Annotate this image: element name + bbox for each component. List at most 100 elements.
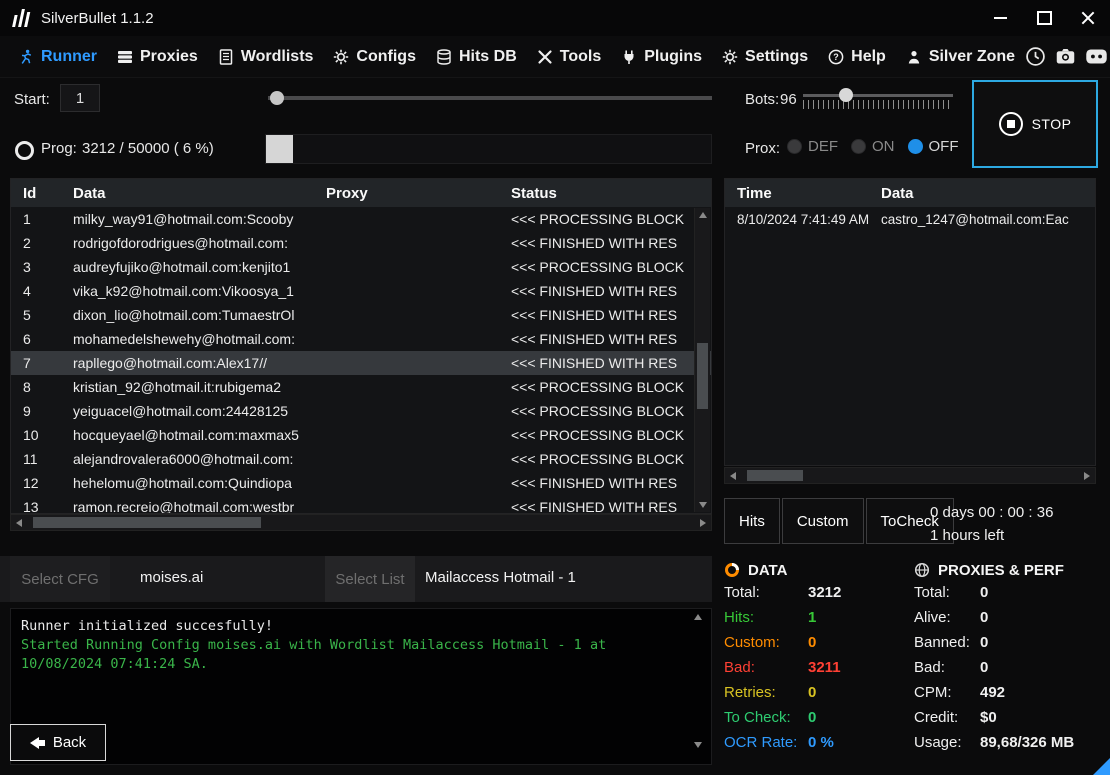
nav-wordlists[interactable]: Wordlists (208, 36, 324, 77)
stat-value: 0 (808, 709, 816, 726)
radio-label: ON (872, 138, 895, 155)
table-row[interactable]: 11alejandrovalera6000@hotmail.com:<<< PR… (11, 447, 711, 471)
discord-button[interactable] (1085, 45, 1108, 68)
stat-value: 0 (980, 584, 988, 601)
nav-help[interactable]: ? Help (818, 36, 896, 77)
cell-id: 6 (11, 331, 73, 347)
progress-bar (265, 134, 712, 164)
progress-value: 3212 / 50000 ( 6 %) (82, 140, 214, 157)
table-row[interactable]: 8kristian_92@hotmail.it:rubigema2<<< PRO… (11, 375, 711, 399)
cell-data: audreyfujiko@hotmail.com:kenjito1 (73, 259, 326, 275)
table-row-selected[interactable]: 7rapllego@hotmail.com:Alex17//<<< FINISH… (11, 351, 711, 375)
start-slider[interactable] (268, 90, 712, 106)
history-button[interactable] (1025, 46, 1046, 67)
nav-label: Proxies (140, 48, 198, 66)
runner-controls: Start: 1 Bots: 96 STOP Prog: 3212 / 5000… (0, 78, 1110, 178)
proxy-mode-on-radio[interactable]: ON (851, 138, 895, 155)
nav-proxies[interactable]: Proxies (107, 36, 208, 77)
configs-icon (333, 49, 349, 65)
stat-label: Usage: (914, 734, 980, 751)
close-button[interactable] (1066, 0, 1110, 36)
screenshot-button[interactable] (1055, 46, 1076, 67)
bots-table-hscrollbar[interactable] (10, 514, 712, 531)
cell-status: <<< PROCESSING BLOCK (511, 451, 711, 467)
table-row[interactable]: 4vika_k92@hotmail.com:Vikoosya_1<<< FINI… (11, 279, 711, 303)
bots-slider-thumb[interactable] (839, 88, 853, 102)
nav-hits-db[interactable]: Hits DB (426, 36, 527, 77)
nav-plugins[interactable]: Plugins (611, 36, 712, 77)
bots-slider-track[interactable] (803, 94, 953, 97)
log-line: Started Running Config moises.ai with Wo… (21, 636, 685, 674)
minimize-button[interactable] (978, 0, 1022, 36)
hit-row[interactable]: 8/10/2024 7:41:49 AM castro_1247@hotmail… (725, 207, 1095, 227)
proxy-mode-group: DEF ON OFF (787, 138, 959, 155)
scroll-right-button[interactable] (695, 515, 711, 530)
nav-silver-zone[interactable]: Silver Zone (896, 36, 1025, 77)
table-row[interactable]: 9yeiguacel@hotmail.com:24428125<<< PROCE… (11, 399, 711, 423)
cell-data: vika_k92@hotmail.com:Vikoosya_1 (73, 283, 326, 299)
resize-grip[interactable] (1093, 758, 1110, 775)
silverbullet-window: { "window": { "title": "SilverBullet 1.1… (0, 0, 1110, 775)
nav-label: Settings (745, 48, 808, 66)
table-row[interactable]: 12hehelomu@hotmail.com:Quindiopa<<< FINI… (11, 471, 711, 495)
maximize-button[interactable] (1022, 0, 1066, 36)
proxy-mode-def-radio[interactable]: DEF (787, 138, 838, 155)
nav-label: Runner (41, 48, 97, 66)
nav-label: Plugins (644, 48, 702, 66)
start-input[interactable]: 1 (60, 84, 100, 112)
stat-label: Banned: (914, 634, 980, 651)
col-time: Time (725, 185, 881, 202)
table-row[interactable]: 6mohamedelshewehy@hotmail.com:<<< FINISH… (11, 327, 711, 351)
back-button[interactable]: Back (10, 724, 106, 761)
scroll-right-button[interactable] (1079, 468, 1095, 483)
timer-remaining: 1 hours left (930, 524, 1053, 547)
cell-id: 11 (11, 451, 73, 467)
proxy-mode-off-radio[interactable]: OFF (908, 138, 959, 155)
nav-label: Silver Zone (929, 48, 1015, 66)
data-stats-title: DATA (748, 562, 787, 579)
scroll-down-button[interactable] (695, 498, 710, 512)
tab-custom[interactable]: Custom (782, 498, 864, 544)
stat-total: Total:3212 (724, 580, 910, 605)
screenshot-icon (1055, 46, 1076, 67)
stat-label: OCR Rate: (724, 734, 808, 751)
select-list-button[interactable]: Select List (325, 556, 415, 602)
wordlists-icon (218, 49, 234, 65)
log-scroll-up-icon[interactable] (694, 614, 702, 620)
col-data: Data (881, 185, 1095, 202)
nav-configs[interactable]: Configs (323, 36, 426, 77)
nav-label: Tools (560, 48, 601, 66)
stat-proxy-bad: Bad:0 (914, 655, 1106, 680)
table-row[interactable]: 13ramon.recreio@hotmail.com:westbr<<< FI… (11, 495, 711, 514)
runner-log: Runner initialized succesfully! Started … (10, 608, 712, 765)
bots-table-vscrollbar[interactable] (694, 208, 710, 512)
table-row[interactable]: 10hocqueyael@hotmail.com:maxmax5<<< PROC… (11, 423, 711, 447)
cell-id: 3 (11, 259, 73, 275)
select-cfg-button[interactable]: Select CFG (10, 556, 110, 602)
table-row[interactable]: 5dixon_lio@hotmail.com:TumaestrOl<<< FIN… (11, 303, 711, 327)
nav-settings[interactable]: Settings (712, 36, 818, 77)
start-slider-track[interactable] (268, 96, 712, 100)
table-row[interactable]: 3audreyfujiko@hotmail.com:kenjito1<<< PR… (11, 255, 711, 279)
table-row[interactable]: 1milky_way91@hotmail.com:Scooby<<< PROCE… (11, 207, 711, 231)
bots-value: 96 (780, 91, 797, 108)
scroll-left-button[interactable] (11, 515, 27, 530)
stop-button[interactable]: STOP (972, 80, 1098, 168)
stat-usage: Usage:89,68/326 MB (914, 730, 1106, 755)
hits-table-hscrollbar[interactable] (724, 467, 1096, 484)
start-slider-thumb[interactable] (270, 91, 284, 105)
hscroll-thumb[interactable] (33, 517, 261, 528)
main-nav: Runner Proxies Wordlists Configs Hits DB… (0, 36, 1110, 78)
hscroll-thumb[interactable] (747, 470, 803, 481)
vscroll-thumb[interactable] (697, 343, 708, 409)
log-scroll-down-icon[interactable] (694, 742, 702, 748)
nav-runner[interactable]: Runner (8, 36, 107, 77)
proxies-globe-icon (914, 562, 930, 578)
scroll-left-button[interactable] (725, 468, 741, 483)
table-row[interactable]: 2rodrigofdorodrigues@hotmail.com:<<< FIN… (11, 231, 711, 255)
nav-tools[interactable]: Tools (527, 36, 611, 77)
close-icon (1081, 11, 1095, 25)
scroll-up-button[interactable] (695, 208, 710, 222)
bots-slider[interactable] (803, 87, 953, 113)
tab-hits[interactable]: Hits (724, 498, 780, 544)
